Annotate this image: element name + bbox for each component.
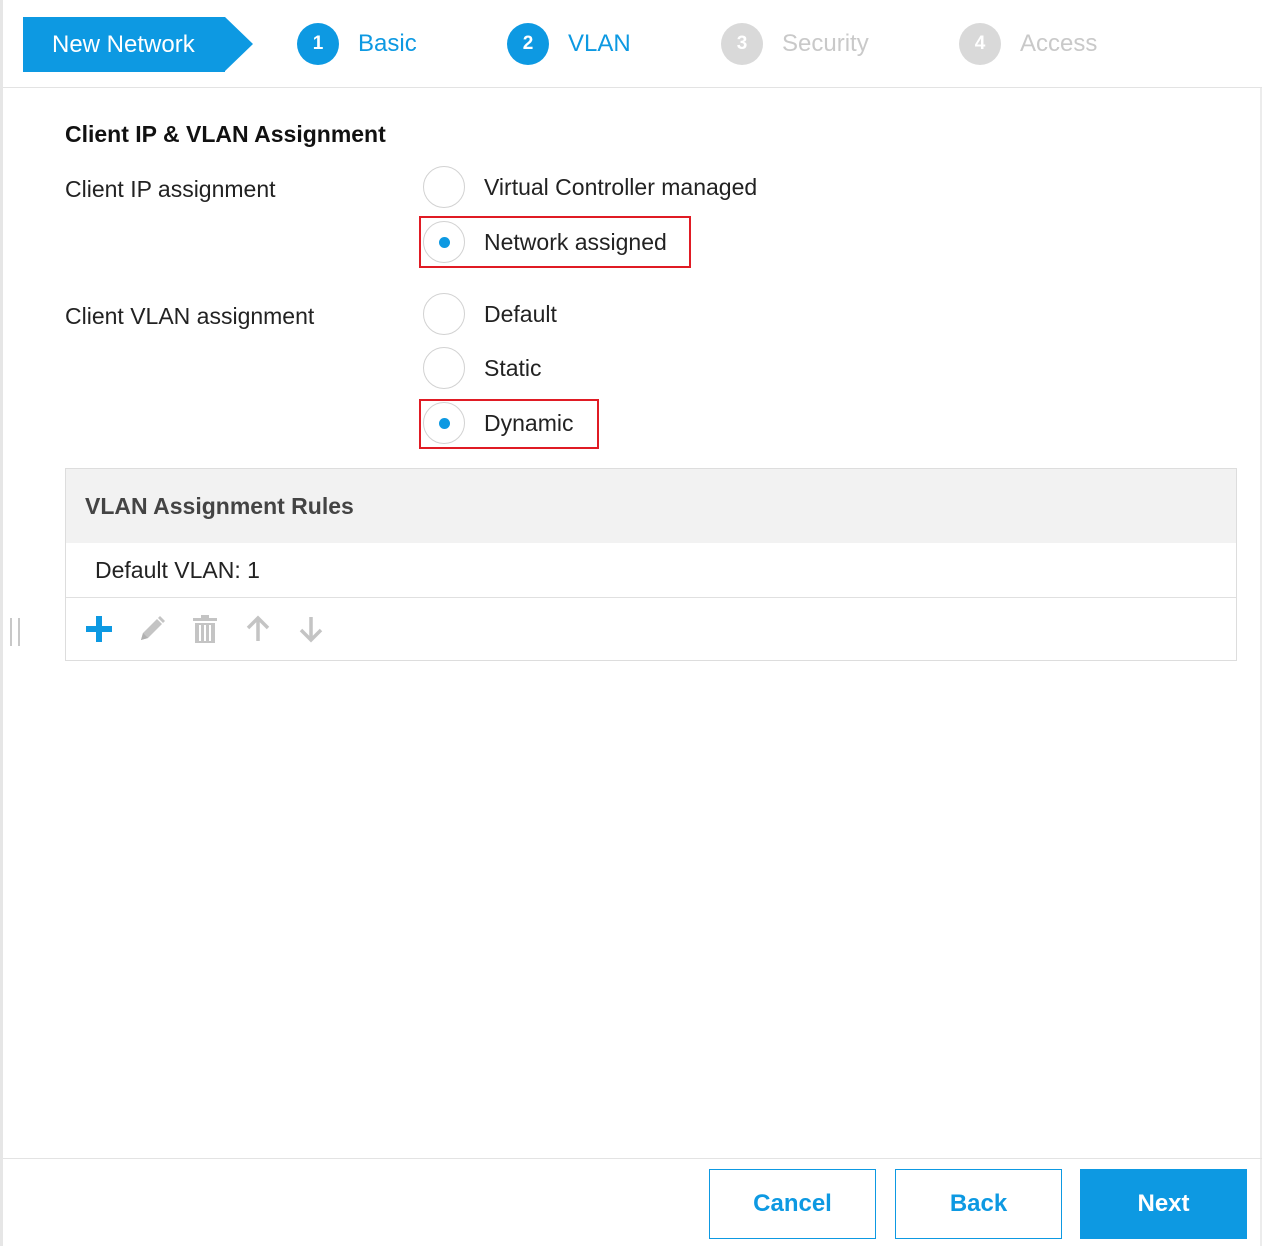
step-basic[interactable]: 1 Basic (297, 23, 417, 65)
highlight-box (419, 399, 599, 449)
wizard-title-label: New Network (52, 30, 195, 58)
edit-icon[interactable] (135, 612, 169, 646)
move-down-icon[interactable] (294, 612, 328, 646)
client-vlan-label: Client VLAN assignment (65, 303, 315, 329)
dialog-footer (3, 1158, 1262, 1246)
step-number: 4 (959, 23, 1001, 65)
step-label: VLAN (568, 30, 631, 57)
back-button[interactable]: Back (895, 1169, 1062, 1239)
rules-header: VLAN Assignment Rules (66, 469, 1236, 543)
new-network-dialog: New Network 1 Basic 2 VLAN 3 Security 4 … (0, 0, 1262, 1246)
next-button[interactable]: Next (1080, 1169, 1247, 1239)
client-ip-label: Client IP assignment (65, 176, 276, 202)
rules-row[interactable]: Default VLAN: 1 (66, 543, 1236, 598)
step-access[interactable]: 4 Access (959, 23, 1097, 65)
step-number: 2 (507, 23, 549, 65)
section-title: Client IP & VLAN Assignment (65, 121, 386, 147)
radio-static[interactable]: Static (423, 346, 542, 390)
radio-button[interactable] (423, 166, 465, 208)
step-label: Access (1020, 30, 1098, 57)
rules-row-text: Default VLAN: 1 (95, 556, 260, 583)
step-vlan[interactable]: 2 VLAN (507, 23, 631, 65)
cancel-button[interactable]: Cancel (709, 1169, 876, 1239)
step-number: 1 (297, 23, 339, 65)
step-label: Basic (358, 30, 417, 57)
radio-label: Default (484, 300, 557, 327)
step-number: 3 (721, 23, 763, 65)
step-security[interactable]: 3 Security (721, 23, 869, 65)
highlight-box (419, 216, 691, 268)
vlan-assignment-rules-panel: VLAN Assignment Rules Default VLAN: 1 (65, 468, 1237, 661)
radio-label: Static (484, 354, 542, 381)
wizard-title-arrow (225, 17, 253, 71)
radio-button[interactable] (423, 347, 465, 389)
wizard-title: New Network (23, 17, 225, 72)
radio-label: Virtual Controller managed (484, 173, 758, 200)
radio-virtual-controller-managed[interactable]: Virtual Controller managed (423, 165, 757, 209)
wizard-header: New Network 1 Basic 2 VLAN 3 Security 4 … (3, 0, 1262, 88)
radio-default[interactable]: Default (423, 292, 557, 336)
radio-button[interactable] (423, 293, 465, 335)
rules-toolbar (66, 598, 1236, 660)
step-label: Security (782, 30, 869, 57)
resize-handle[interactable] (10, 618, 20, 646)
add-icon[interactable] (82, 612, 116, 646)
rules-title: VLAN Assignment Rules (85, 492, 354, 519)
delete-icon[interactable] (188, 612, 222, 646)
move-up-icon[interactable] (241, 612, 275, 646)
